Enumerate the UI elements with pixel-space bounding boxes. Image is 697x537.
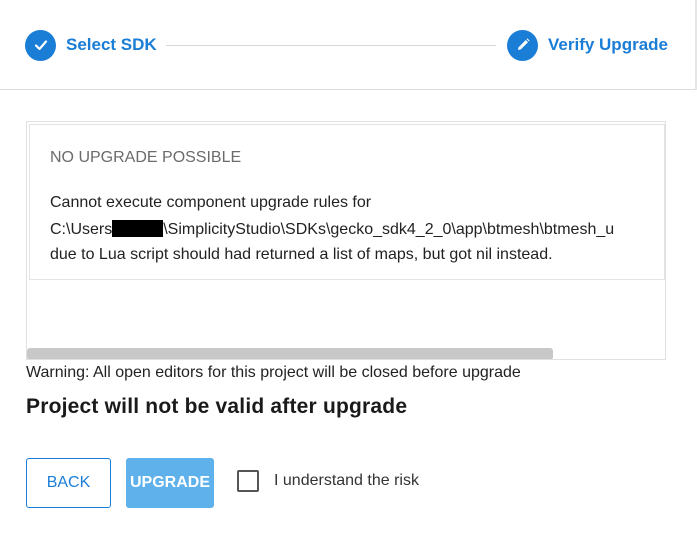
path-prefix: C:\Users: [50, 221, 113, 238]
message-line: Cannot execute component upgrade rules f…: [50, 194, 372, 211]
check-icon: [25, 29, 56, 61]
risk-checkbox[interactable]: [237, 470, 259, 492]
invalid-heading: Project will not be valid after upgrade: [26, 395, 408, 418]
horizontal-scrollbar[interactable]: [27, 348, 665, 359]
warning-text: Warning: All open editors for this proje…: [26, 364, 521, 381]
message-box: NO UPGRADE POSSIBLE Cannot execute compo…: [29, 124, 665, 280]
message-line: due to Lua script should had returned a …: [50, 246, 553, 263]
step-label-verify-upgrade: Verify Upgrade: [548, 35, 668, 54]
message-title: NO UPGRADE POSSIBLE: [50, 149, 242, 166]
step-verify-upgrade: Verify Upgrade: [507, 29, 668, 61]
step-label-select-sdk: Select SDK: [66, 35, 157, 54]
step-connector: [166, 45, 496, 46]
redacted-username: [112, 220, 164, 237]
risk-label[interactable]: I understand the risk: [274, 472, 419, 490]
message-path-line: C:\Users \SimplicityStudio\SDKs\gecko_sdk…: [50, 220, 614, 239]
message-panel[interactable]: NO UPGRADE POSSIBLE Cannot execute compo…: [26, 121, 666, 360]
scrollbar-thumb[interactable]: [27, 348, 553, 359]
step-select-sdk: Select SDK: [25, 29, 157, 61]
upgrade-dialog: Select SDK Verify Upgrade NO UPGRADE POS…: [0, 0, 697, 537]
upgrade-button[interactable]: UPGRADE: [126, 458, 214, 508]
path-suffix: \SimplicityStudio\SDKs\gecko_sdk4_2_0\ap…: [163, 221, 615, 238]
back-button[interactable]: BACK: [26, 458, 111, 508]
risk-acknowledgement[interactable]: I understand the risk: [237, 470, 419, 492]
pencil-icon: [507, 29, 538, 61]
stepper: Select SDK Verify Upgrade: [0, 0, 697, 90]
